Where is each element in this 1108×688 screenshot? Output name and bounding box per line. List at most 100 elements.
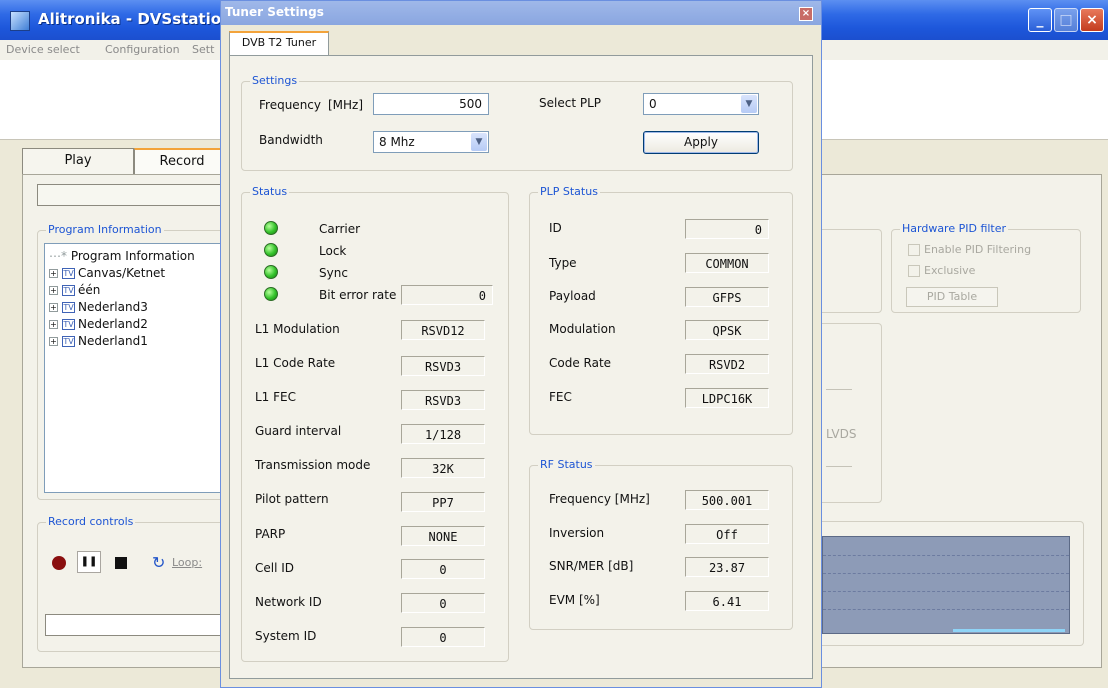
tv-icon: TV [62, 336, 75, 347]
system-id-value: 0 [401, 627, 485, 647]
pid-table-button[interactable]: PID Table [906, 287, 998, 307]
loop-icon[interactable]: ↻ [152, 553, 165, 572]
l1-fec-label: L1 FEC [255, 390, 296, 404]
parp-value: NONE [401, 526, 485, 546]
stop-icon[interactable] [115, 557, 127, 569]
record-icon[interactable] [52, 556, 66, 570]
expand-icon[interactable]: + [49, 337, 58, 346]
plp-select[interactable]: 0 ▼ [643, 93, 759, 115]
menu-settings[interactable]: Sett [192, 43, 214, 56]
expand-icon[interactable]: + [49, 286, 58, 295]
carrier-label: Carrier [319, 222, 361, 236]
tv-icon: TV [62, 302, 75, 313]
plp-code-rate-label: Code Rate [549, 356, 612, 370]
tree-item-nederland3[interactable]: + TV Nederland3 [49, 299, 148, 316]
expand-icon[interactable]: + [49, 303, 58, 312]
chevron-down-icon[interactable]: ▼ [741, 95, 757, 113]
rf-status-title: RF Status [538, 458, 595, 471]
program-tree[interactable]: ⋯* Program Information + TV Canvas/Ketnet … [44, 243, 224, 493]
network-id-value: 0 [401, 593, 485, 613]
hardware-pid-filter-title: Hardware PID filter [900, 222, 1009, 235]
pilot-pattern-label: Pilot pattern [255, 492, 329, 506]
bit-error-rate-led-icon [264, 287, 278, 301]
tab-record[interactable]: Record [134, 148, 230, 174]
tree-root[interactable]: ⋯* Program Information [49, 248, 195, 265]
plp-payload-label: Payload [549, 289, 596, 303]
chevron-down-icon[interactable]: ▼ [471, 133, 487, 151]
tv-icon: TV [62, 319, 75, 330]
evm-value: 6.41 [685, 591, 769, 611]
carrier-led-icon [264, 221, 278, 235]
tv-icon: TV [62, 268, 75, 279]
minimize-button[interactable]: _ [1028, 8, 1052, 32]
plp-code-rate-value: RSVD2 [685, 354, 769, 374]
checkbox-icon [908, 244, 920, 256]
expand-icon[interactable]: + [49, 269, 58, 278]
tree-item-canvas-ketnet[interactable]: + TV Canvas/Ketnet [49, 265, 165, 282]
close-button[interactable]: × [1080, 8, 1104, 32]
sync-label: Sync [319, 266, 348, 280]
frequency-unit: [MHz] [328, 98, 364, 112]
bandwidth-label: Bandwidth [259, 133, 323, 147]
l1-code-rate-value: RSVD3 [401, 356, 485, 376]
tab-dvb-t2-tuner[interactable]: DVB T2 Tuner [229, 31, 329, 55]
inversion-value: Off [685, 524, 769, 544]
plp-modulation-value: QPSK [685, 320, 769, 340]
transmission-mode-label: Transmission mode [255, 458, 371, 472]
lock-led-icon [264, 243, 278, 257]
evm-label: EVM [%] [549, 593, 600, 607]
exclusive-checkbox[interactable]: Exclusive [908, 264, 975, 277]
tv-icon: TV [62, 285, 75, 296]
guard-interval-label: Guard interval [255, 424, 342, 438]
rf-frequency-label: Frequency [MHz] [549, 492, 650, 506]
dialog-close-icon[interactable]: × [799, 7, 813, 21]
expand-icon[interactable]: + [49, 320, 58, 329]
plp-fec-value: LDPC16K [685, 388, 769, 408]
tab-play[interactable]: Play [22, 148, 134, 174]
tree-item-een[interactable]: + TV één [49, 282, 100, 299]
network-id-label: Network ID [255, 595, 322, 609]
record-controls-title: Record controls [46, 515, 136, 528]
pause-button[interactable]: ❚❚ [77, 551, 101, 573]
l1-modulation-label: L1 Modulation [255, 322, 340, 336]
dialog-title-bar[interactable]: Tuner Settings × [221, 1, 821, 25]
tree-root-label: Program Information [70, 249, 195, 263]
pilot-pattern-value: PP7 [401, 492, 485, 512]
system-id-label: System ID [255, 629, 317, 643]
tree-item-nederland1[interactable]: + TV Nederland1 [49, 333, 148, 350]
l1-code-rate-label: L1 Code Rate [255, 356, 336, 370]
loop-label[interactable]: Loop: [172, 556, 202, 569]
plp-id-value: 0 [685, 219, 769, 239]
enable-pid-filtering-checkbox[interactable]: Enable PID Filtering [908, 243, 1031, 256]
menu-configuration[interactable]: Configuration [105, 43, 180, 56]
signal-scope [822, 536, 1070, 634]
menu-device-select[interactable]: Device select [6, 43, 80, 56]
rf-frequency-value: 500.001 [685, 490, 769, 510]
inversion-label: Inversion [549, 526, 605, 540]
cell-id-label: Cell ID [255, 561, 295, 575]
hidden-group-top [812, 229, 882, 313]
snr-mer-label: SNR/MER [dB] [549, 559, 634, 573]
play-progress [37, 184, 223, 206]
snr-mer-value: 23.87 [685, 557, 769, 577]
plp-payload-value: GFPS [685, 287, 769, 307]
plp-selected-value: 0 [649, 97, 657, 111]
app-icon [10, 11, 30, 31]
guard-interval-value: 1/128 [401, 424, 485, 444]
dialog-title: Tuner Settings [225, 5, 324, 19]
settings-title: Settings [250, 74, 300, 87]
tree-item-nederland2[interactable]: + TV Nederland2 [49, 316, 148, 333]
parp-label: PARP [255, 527, 286, 541]
apply-button[interactable]: Apply [643, 131, 759, 154]
frequency-label: Frequency [259, 98, 321, 112]
maximize-button[interactable]: □ [1054, 8, 1078, 32]
tuner-settings-dialog: Tuner Settings × DVB T2 Tuner Settings F… [220, 0, 822, 688]
plp-type-label: Type [549, 256, 577, 270]
plp-modulation-label: Modulation [549, 322, 616, 336]
bandwidth-select[interactable]: 8 Mhz ▼ [373, 131, 489, 153]
frequency-input[interactable]: 500 [373, 93, 489, 115]
l1-modulation-value: RSVD12 [401, 320, 485, 340]
plp-id-label: ID [549, 221, 562, 235]
plp-fec-label: FEC [549, 390, 572, 404]
lock-label: Lock [319, 244, 347, 258]
